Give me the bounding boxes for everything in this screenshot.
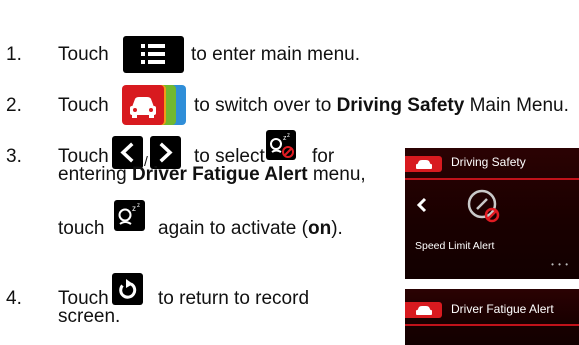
step-text-bold: Driver Fatigue Alert: [131, 164, 308, 185]
car-badge: [405, 302, 442, 318]
driver-fatigue-active-icon: z z: [114, 200, 145, 231]
svg-text:z: z: [287, 133, 290, 139]
step-3: 3. Touch / to select z z for entering Dr…: [0, 130, 400, 256]
screen-title: Driver Fatigue Alert: [451, 302, 554, 316]
step-text-pre: again to activate (: [158, 218, 308, 239]
car-icon: [416, 306, 432, 315]
step-text: to enter main menu.: [191, 44, 360, 65]
step-number: 1.: [6, 44, 22, 65]
car-icon: [130, 97, 156, 118]
screen-title: Driving Safety: [451, 155, 526, 169]
return-icon: [112, 273, 143, 305]
svg-text:z: z: [132, 204, 136, 213]
menu-item-label: Speed Limit Alert: [415, 240, 495, 252]
title-underline: [405, 178, 579, 180]
step-text-touch: Touch: [58, 95, 109, 116]
step-1: 1. Touch to enter main menu.: [0, 36, 579, 73]
driving-safety-screen: Driving Safety Speed Limit Alert • • •: [405, 148, 579, 279]
speed-limit-alert-icon[interactable]: [462, 184, 506, 233]
step-text-bold: Driving Safety: [336, 95, 465, 116]
car-menu-tab-icon: [122, 85, 188, 125]
svg-text:z: z: [137, 203, 140, 209]
step-text-line2: entering Driver Fatigue Alert menu,: [58, 164, 366, 186]
step-number: 2.: [6, 95, 22, 116]
step-text-post: Main Menu.: [464, 95, 569, 116]
step-text-bold: on: [307, 218, 332, 239]
step-text-post: ).: [331, 218, 343, 239]
step-text: to switch over to Driving Safety Main Me…: [194, 95, 569, 117]
step-text-touch: Touch: [58, 44, 109, 65]
step-text-touch-2: touch: [58, 218, 105, 239]
driver-fatigue-icon: z z: [266, 130, 296, 160]
driver-fatigue-alert-screen: Driver Fatigue Alert: [405, 289, 579, 345]
step-2: 2. Touch to switch over to Driving Safet…: [0, 85, 579, 125]
step-4: 4. Touch to return to record screen.: [0, 273, 400, 336]
step-text-post: menu,: [307, 164, 366, 185]
car-icon: [416, 160, 432, 169]
step-number: 4.: [6, 288, 22, 309]
step-text-pre: to switch over to: [194, 95, 337, 116]
step-text-pre: entering: [58, 164, 132, 185]
title-underline: [405, 324, 579, 326]
step-number: 3.: [6, 146, 22, 167]
prev-arrow-icon[interactable]: [415, 196, 429, 219]
step-text-line1: to return to record: [158, 288, 310, 309]
page-indicator: • • •: [551, 260, 569, 269]
step-text-line3: again to activate (on).: [158, 218, 343, 240]
step-text-line2: screen.: [58, 306, 121, 327]
menu-list-icon: [123, 36, 184, 73]
car-badge: [405, 156, 442, 172]
